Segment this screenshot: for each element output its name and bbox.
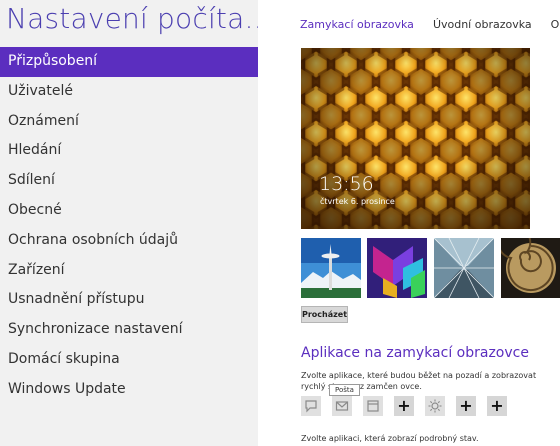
nav-item-devices[interactable]: Zařízení xyxy=(0,256,258,286)
nav-item-privacy[interactable]: Ochrana osobních údajů xyxy=(0,226,258,256)
personalize-tabs: Zamykací obrazovka Úvodní obrazovka Obráz xyxy=(300,18,560,31)
lock-screen-apps-heading: Aplikace na zamykací obrazovce xyxy=(301,345,529,361)
nav-item-share[interactable]: Sdílení xyxy=(0,166,258,196)
weather-app-slot[interactable] xyxy=(425,396,445,416)
message-app-slot[interactable] xyxy=(301,396,321,416)
calendar-app-slot[interactable] xyxy=(363,396,383,416)
mail-tooltip: Pošta xyxy=(329,384,360,396)
plus-icon: + xyxy=(459,396,473,415)
nav-item-ease-of-access[interactable]: Usnadnění přístupu xyxy=(0,285,258,315)
tab-start-screen[interactable]: Úvodní obrazovka xyxy=(433,18,532,31)
nav-item-windows-update[interactable]: Windows Update xyxy=(0,375,258,405)
nav-item-homegroup[interactable]: Domácí skupina xyxy=(0,345,258,375)
lock-screen-preview: 13:56 čtvrtek 6. prosince xyxy=(301,48,530,229)
nav-item-sync-settings[interactable]: Synchronizace nastavení xyxy=(0,315,258,345)
tab-account-picture[interactable]: Obráz xyxy=(551,18,560,31)
weather-icon xyxy=(428,399,442,413)
nav-item-personalize[interactable]: Přizpůsobení xyxy=(0,47,258,77)
purple-tiles-thumbnail[interactable] xyxy=(367,238,427,298)
add-app-slot-2[interactable]: + xyxy=(456,396,476,416)
nav-item-search[interactable]: Hledání xyxy=(0,136,258,166)
mail-icon xyxy=(335,401,349,411)
settings-nav: Přizpůsobení Uživatelé Oznámení Hledání … xyxy=(0,47,258,405)
nav-item-users[interactable]: Uživatelé xyxy=(0,77,258,107)
detailed-status-description: Zvolte aplikaci, která zobrazí podrobný … xyxy=(301,434,479,443)
plus-icon: + xyxy=(490,396,504,415)
nautilus-shell-thumbnail[interactable] xyxy=(501,238,560,298)
space-needle-thumbnail[interactable] xyxy=(301,238,361,298)
message-icon xyxy=(305,400,317,413)
nav-item-notifications[interactable]: Oznámení xyxy=(0,107,258,137)
browse-button[interactable]: Procházet xyxy=(301,306,348,323)
calendar-icon xyxy=(367,400,379,412)
settings-content: Zamykací obrazovka Úvodní obrazovka Obráz xyxy=(258,0,560,446)
page-title: Nastavení počíta... xyxy=(6,2,272,35)
plus-icon: + xyxy=(397,396,411,415)
add-app-slot-1[interactable]: + xyxy=(394,396,414,416)
lock-screen-date: čtvrtek 6. prosince xyxy=(320,197,395,206)
tab-lock-screen[interactable]: Zamykací obrazovka xyxy=(300,18,414,31)
lock-screen-time: 13:56 xyxy=(319,173,374,195)
settings-sidebar: Nastavení počíta... Přizpůsobení Uživate… xyxy=(0,0,272,446)
add-app-slot-3[interactable]: + xyxy=(487,396,507,416)
glass-structure-thumbnail[interactable] xyxy=(434,238,494,298)
nav-item-general[interactable]: Obecné xyxy=(0,196,258,226)
mail-app-slot[interactable] xyxy=(332,396,352,416)
